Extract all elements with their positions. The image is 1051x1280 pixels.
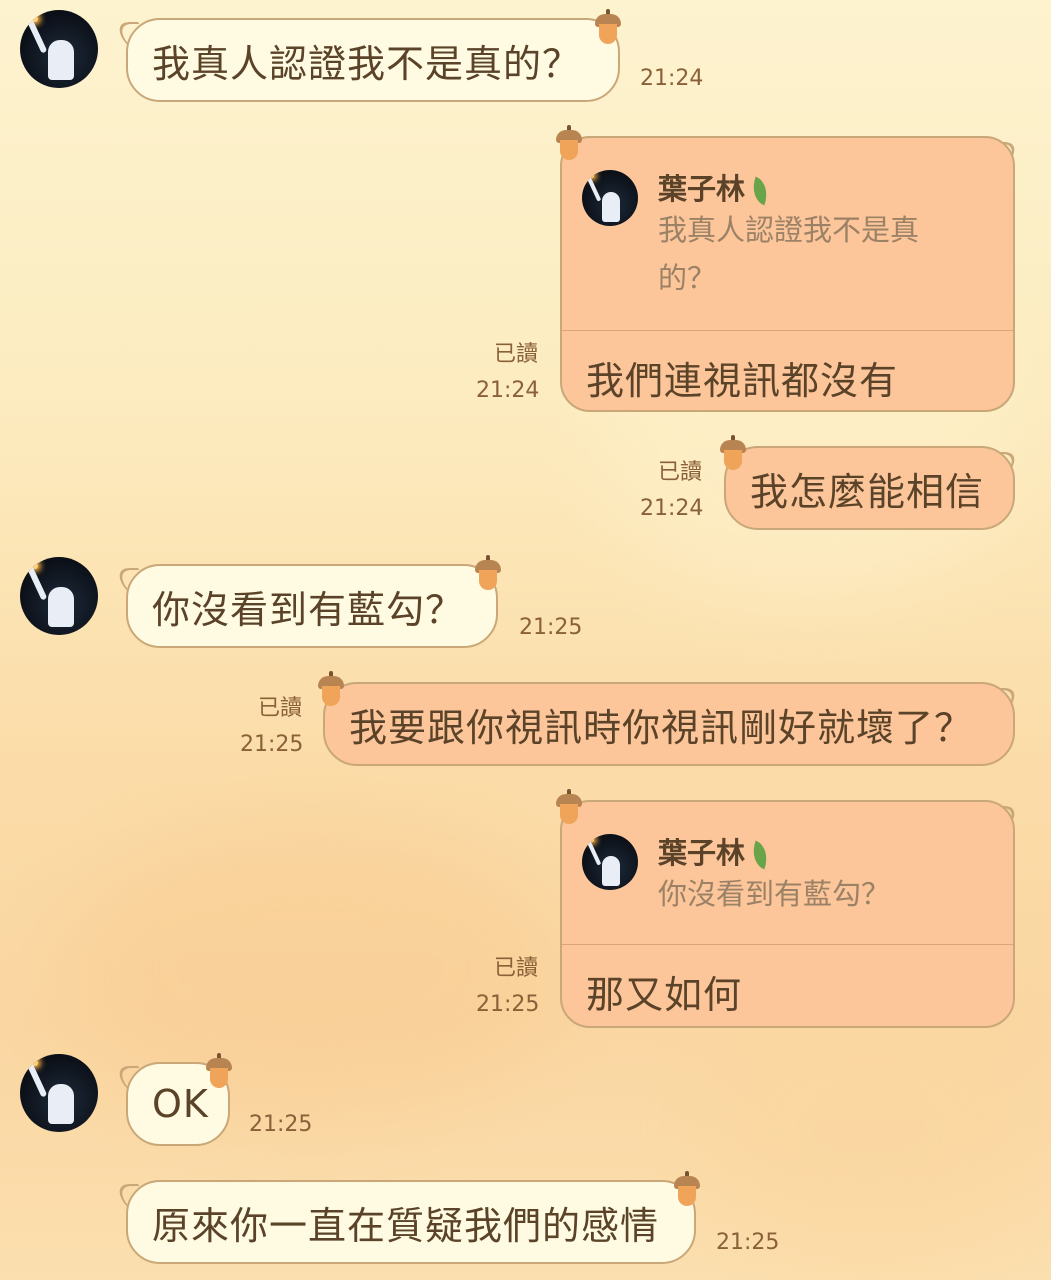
contact-avatar[interactable] bbox=[20, 557, 98, 635]
message-text: 我要跟你視訊時你視訊剛好就壞了？ bbox=[349, 705, 974, 750]
contact-avatar[interactable] bbox=[20, 10, 98, 88]
message-text: 我怎麼能相信 bbox=[750, 469, 985, 514]
reply-bubble[interactable]: 葉子林 我真人認證我不是真的？ 我們連視訊都沒有 bbox=[560, 136, 1015, 412]
message-time: 21:25 bbox=[476, 992, 540, 1017]
message-text: 原來你一直在質疑我們的感情 bbox=[152, 1203, 660, 1248]
message-time: 21:25 bbox=[249, 1112, 313, 1137]
quoted-avatar bbox=[582, 834, 638, 890]
message-time: 21:24 bbox=[640, 496, 704, 521]
message-bubble[interactable]: 你沒看到有藍勾？ bbox=[126, 564, 498, 648]
message-bubble[interactable]: 我怎麼能相信 bbox=[724, 446, 1015, 530]
quoted-text: 我真人認證我不是真的？ bbox=[658, 213, 920, 295]
message-bubble[interactable]: 原來你一直在質疑我們的感情 bbox=[126, 1180, 696, 1264]
acorn-icon bbox=[206, 1053, 232, 1088]
read-receipt: 已讀 bbox=[493, 342, 538, 367]
message-text: 你沒看到有藍勾？ bbox=[152, 587, 465, 632]
acorn-icon bbox=[674, 1171, 700, 1206]
read-receipt: 已讀 bbox=[657, 460, 702, 485]
divider bbox=[562, 944, 1013, 945]
message-time: 21:25 bbox=[240, 732, 304, 757]
leaf-icon bbox=[747, 840, 773, 870]
quoted-name: 葉子林 bbox=[658, 166, 773, 208]
quoted-name: 葉子林 bbox=[658, 830, 773, 872]
acorn-icon bbox=[595, 9, 621, 44]
message-text: 我真人認證我不是真的？ bbox=[152, 41, 582, 86]
quoted-text: 你沒看到有藍勾？ bbox=[658, 877, 891, 911]
acorn-icon bbox=[556, 125, 582, 160]
background-blot bbox=[700, 1000, 1040, 1260]
read-receipt: 已讀 bbox=[493, 956, 538, 981]
message-bubble[interactable]: 我要跟你視訊時你視訊剛好就壞了？ bbox=[323, 682, 1015, 766]
message-time: 21:24 bbox=[476, 378, 540, 403]
acorn-icon bbox=[475, 555, 501, 590]
quoted-avatar bbox=[582, 170, 638, 226]
message-time: 21:25 bbox=[716, 1230, 780, 1255]
acorn-icon bbox=[318, 671, 344, 706]
acorn-icon bbox=[720, 435, 746, 470]
message-text: 我們連視訊都沒有 bbox=[586, 359, 899, 403]
contact-avatar[interactable] bbox=[20, 1054, 98, 1132]
acorn-icon bbox=[556, 789, 582, 824]
message-time: 21:24 bbox=[640, 66, 704, 91]
message-text: OK bbox=[152, 1082, 209, 1126]
message-text: 那又如何 bbox=[586, 973, 743, 1017]
message-bubble[interactable]: 我真人認證我不是真的？ bbox=[126, 18, 620, 102]
read-receipt: 已讀 bbox=[257, 696, 302, 721]
divider bbox=[562, 330, 1013, 331]
message-time: 21:25 bbox=[519, 615, 583, 640]
reply-bubble[interactable]: 葉子林 你沒看到有藍勾？ 那又如何 bbox=[560, 800, 1015, 1028]
leaf-icon bbox=[747, 176, 773, 206]
